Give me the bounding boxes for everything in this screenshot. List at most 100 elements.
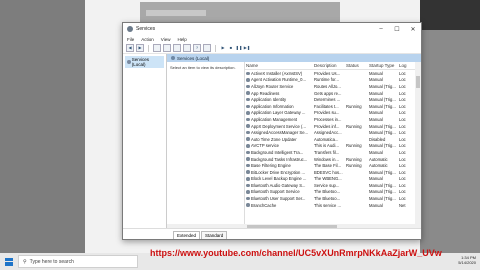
start-service-icon[interactable]: ▶: [220, 45, 226, 51]
service-row[interactable]: Background Intelligent Tra... Transfers f…: [245, 149, 421, 156]
service-description: This service ...: [314, 202, 341, 208]
service-log-on-as: Loc: [399, 163, 406, 169]
menu-help[interactable]: Help: [177, 37, 186, 42]
service-startup-type: Manual: [369, 90, 383, 96]
service-row[interactable]: BranchCache This service ... Manual Net: [245, 202, 421, 209]
service-row[interactable]: AssignedAccessManager Se... AssignedAcc..…: [245, 129, 421, 136]
close-button[interactable]: ✕: [405, 23, 421, 35]
service-row[interactable]: AVCTP service This is Audi... Running Manua…: [245, 143, 421, 150]
tab-extended[interactable]: Extended: [173, 231, 201, 239]
vertical-scroll-thumb[interactable]: [416, 76, 420, 88]
service-startup-type: Manual: [369, 70, 383, 76]
minimize-button[interactable]: –: [373, 23, 389, 35]
window-title: Services: [136, 26, 156, 32]
export-list-icon[interactable]: [183, 44, 191, 52]
properties-pane-icon[interactable]: [203, 44, 211, 52]
service-row[interactable]: BitLocker Drive Encryption ... BDESVC hos…: [245, 169, 421, 176]
service-name: Application Identity: [245, 97, 314, 102]
service-row[interactable]: Bluetooth Support Service The Bluetoo... M…: [245, 189, 421, 196]
service-name: Bluetooth User Support Ser...: [245, 196, 314, 201]
help-icon[interactable]: ?: [193, 44, 201, 52]
service-log-on-as: Net: [399, 202, 406, 208]
service-description: Provides su...: [314, 110, 340, 116]
service-row[interactable]: Bluetooth Audio Gateway S... Service sup.…: [245, 182, 421, 189]
service-log-on-as: Loc: [399, 103, 406, 109]
service-startup-type: Manual (Trig...: [369, 182, 396, 188]
service-gear-icon: [246, 78, 250, 82]
service-gear-icon: [246, 144, 250, 148]
service-row[interactable]: Block Level Backup Engine ... The WBENG..…: [245, 176, 421, 183]
pause-service-icon[interactable]: ❚❚: [236, 45, 243, 51]
background-right: [420, 0, 480, 253]
services-list[interactable]: Name Description Status Startup Type Log…: [245, 62, 421, 229]
service-description: The Base Fil...: [314, 163, 341, 169]
start-button[interactable]: [0, 253, 18, 270]
service-row[interactable]: Background Tasks Infrastruc... Windows in…: [245, 156, 421, 163]
forward-arrow-icon[interactable]: ▶: [136, 44, 144, 52]
system-clock[interactable]: 1:34 PM 5/14/2020: [458, 255, 476, 265]
column-header-startup-type[interactable]: Startup Type: [369, 63, 399, 68]
service-row[interactable]: Auto Time Zone Updater Automatica... Disab…: [245, 136, 421, 143]
service-description: Facilitates t...: [314, 103, 339, 109]
service-row[interactable]: Application Information Facilitates t... R…: [245, 103, 421, 110]
service-row[interactable]: AppX Deployment Service (... Provides inf…: [245, 123, 421, 130]
service-name: Application Management: [245, 117, 314, 122]
services-window[interactable]: Services – ☐ ✕ File Action View Help ◀ ▶…: [122, 22, 422, 240]
properties-icon[interactable]: [163, 44, 171, 52]
service-description: Gets apps re...: [314, 90, 342, 96]
service-gear-icon: [246, 157, 250, 161]
service-log-on-as: Loc: [399, 110, 406, 116]
service-log-on-as: Loc: [399, 196, 406, 202]
taskbar-search-box[interactable]: ⚲ Type here to search: [18, 255, 138, 268]
service-row[interactable]: AllJoyn Router Service Routes AllJo... Man…: [245, 83, 421, 90]
service-name-text: Agent Activation Runtime_0...: [251, 77, 306, 83]
menu-action[interactable]: Action: [141, 37, 154, 42]
service-log-on-as: Loc: [399, 130, 406, 136]
service-description: Routes AllJo...: [314, 83, 341, 89]
description-pane: Select an item to view its description.: [167, 62, 245, 229]
toolbar-separator: [215, 44, 216, 52]
back-arrow-icon[interactable]: ◀: [126, 44, 134, 52]
service-gear-icon: [246, 124, 250, 128]
refresh-icon[interactable]: [173, 44, 181, 52]
column-header-log-on-as[interactable]: Log: [399, 63, 409, 68]
column-header-description[interactable]: Description: [314, 63, 346, 68]
service-row[interactable]: Application Identity Determines ... Manual…: [245, 96, 421, 103]
service-name-text: App Readiness: [251, 90, 280, 96]
column-header-status[interactable]: Status: [346, 63, 369, 68]
service-startup-type: Automatic: [369, 156, 388, 162]
show-hide-tree-icon[interactable]: [153, 44, 161, 52]
window-controls: – ☐ ✕: [373, 23, 421, 35]
service-startup-type: Manual: [369, 202, 383, 208]
service-row[interactable]: Agent Activation Runtime_0... Runtime for…: [245, 77, 421, 84]
service-startup-type: Manual: [369, 149, 383, 155]
service-log-on-as: Loc: [399, 176, 406, 182]
service-startup-type: Manual (Trig...: [369, 123, 396, 129]
service-name: Bluetooth Audio Gateway S...: [245, 183, 314, 188]
stop-service-icon[interactable]: ■: [228, 45, 234, 51]
tab-standard[interactable]: Standard: [201, 231, 228, 239]
column-header-name[interactable]: Name: [245, 63, 314, 68]
service-row[interactable]: App Readiness Gets apps re... Manual Loc: [245, 90, 421, 97]
menu-file[interactable]: File: [127, 37, 134, 42]
search-placeholder: Type here to search: [29, 258, 74, 265]
service-row[interactable]: Application Layer Gateway ... Provides su…: [245, 110, 421, 117]
service-name: Agent Activation Runtime_0...: [245, 77, 314, 82]
service-row[interactable]: Bluetooth User Support Ser... The Bluetoo…: [245, 195, 421, 202]
service-log-on-as: Loc: [399, 143, 406, 149]
service-row[interactable]: ActiveX Installer (AxInstSV) Provides Us.…: [245, 70, 421, 77]
tree-item-services-local[interactable]: Services (Local): [125, 56, 164, 68]
service-name: Background Intelligent Tra...: [245, 150, 314, 155]
service-name-text: ActiveX Installer (AxInstSV): [251, 70, 303, 76]
service-gear-icon: [246, 137, 250, 141]
service-row[interactable]: Base Filtering Engine The Base Fil... Runn…: [245, 162, 421, 169]
service-startup-type: Manual (Trig...: [369, 103, 396, 109]
service-startup-type: Manual (Trig...: [369, 189, 396, 195]
menu-view[interactable]: View: [161, 37, 171, 42]
service-row[interactable]: Application Management Processes in... Man…: [245, 116, 421, 123]
maximize-button[interactable]: ☐: [389, 23, 405, 35]
service-description: Determines ...: [314, 97, 341, 103]
restart-service-icon[interactable]: ▶❚: [244, 45, 250, 51]
vertical-scrollbar[interactable]: [415, 62, 421, 229]
title-bar[interactable]: Services – ☐ ✕: [123, 23, 421, 35]
